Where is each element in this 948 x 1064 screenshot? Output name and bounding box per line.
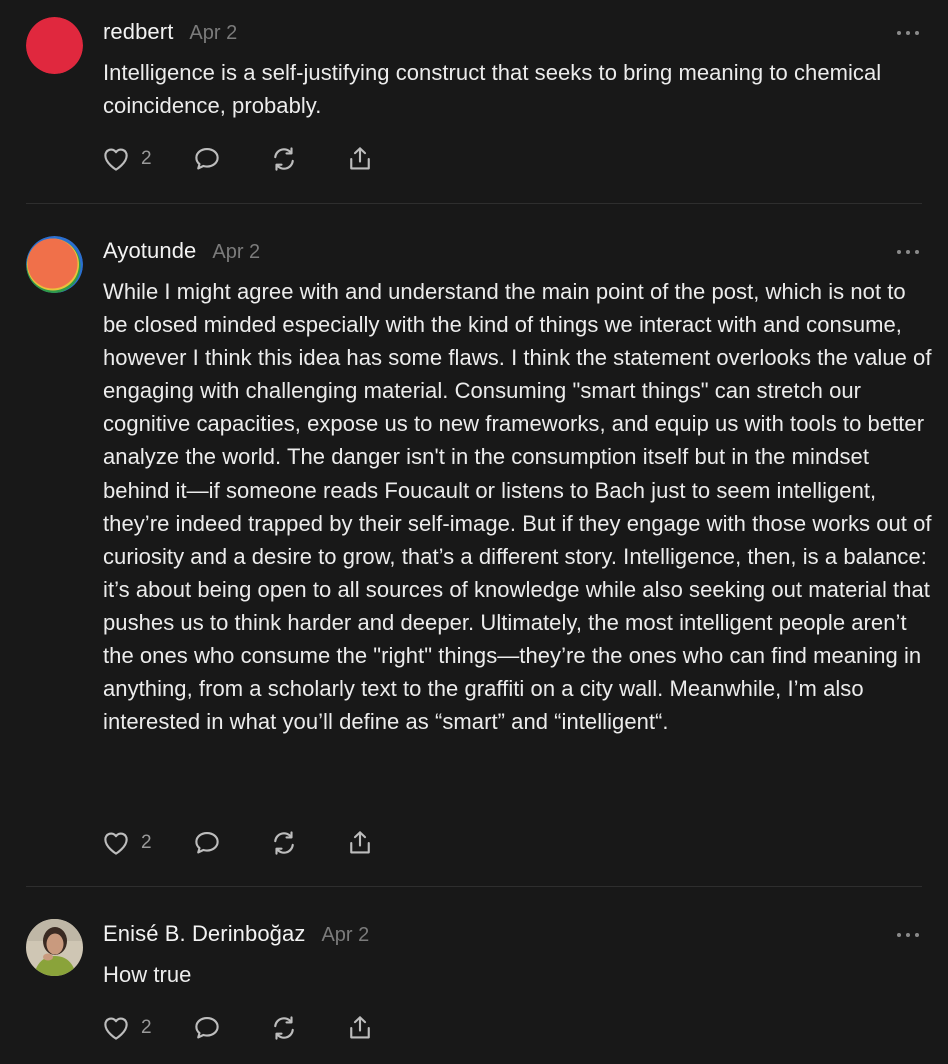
- like-button[interactable]: 2: [101, 828, 152, 858]
- restack-icon: [269, 144, 299, 174]
- username[interactable]: Enisé B. Derinboğaz: [103, 921, 305, 947]
- heart-icon: [101, 828, 131, 858]
- avatar[interactable]: [26, 236, 83, 293]
- more-icon[interactable]: [894, 244, 922, 260]
- share-icon: [345, 144, 375, 174]
- share-button[interactable]: [345, 828, 375, 858]
- avatar[interactable]: [26, 919, 83, 976]
- share-button[interactable]: [345, 144, 375, 174]
- restack-button[interactable]: [269, 144, 299, 174]
- comment-icon: [192, 1013, 222, 1043]
- heart-icon: [101, 144, 131, 174]
- more-icon[interactable]: [894, 927, 922, 943]
- comment-header: redbert Apr 2: [103, 19, 237, 45]
- comment-icon: [192, 828, 222, 858]
- avatar[interactable]: [26, 17, 83, 74]
- divider: [26, 203, 922, 204]
- more-icon[interactable]: [894, 25, 922, 41]
- action-bar: 2: [101, 1013, 375, 1043]
- like-count: 2: [141, 832, 152, 853]
- heart-icon: [101, 1013, 131, 1043]
- share-icon: [345, 1013, 375, 1043]
- action-bar: 2: [101, 144, 375, 174]
- comment-button[interactable]: [192, 144, 222, 174]
- like-button[interactable]: 2: [101, 1013, 152, 1043]
- like-button[interactable]: 2: [101, 144, 152, 174]
- restack-button[interactable]: [269, 1013, 299, 1043]
- comment-button[interactable]: [192, 1013, 222, 1043]
- comment-icon: [192, 144, 222, 174]
- like-count: 2: [141, 1017, 152, 1038]
- username[interactable]: Ayotunde: [103, 238, 196, 264]
- comment-button[interactable]: [192, 828, 222, 858]
- divider: [26, 886, 922, 887]
- share-button[interactable]: [345, 1013, 375, 1043]
- comment-text: How true: [103, 962, 192, 987]
- timestamp[interactable]: Apr 2: [189, 22, 237, 45]
- comment-header: Ayotunde Apr 2: [103, 238, 260, 264]
- username[interactable]: redbert: [103, 19, 173, 45]
- restack-button[interactable]: [269, 828, 299, 858]
- like-count: 2: [141, 148, 152, 169]
- restack-icon: [269, 828, 299, 858]
- comment-text: Intelligence is a self-justifying constr…: [103, 60, 882, 119]
- timestamp[interactable]: Apr 2: [321, 924, 369, 947]
- comment-header: Enisé B. Derinboğaz Apr 2: [103, 921, 369, 947]
- restack-icon: [269, 1013, 299, 1043]
- comment-text: While I might agree with and understand …: [103, 279, 932, 735]
- action-bar: 2: [101, 828, 375, 858]
- timestamp[interactable]: Apr 2: [212, 241, 260, 264]
- share-icon: [345, 828, 375, 858]
